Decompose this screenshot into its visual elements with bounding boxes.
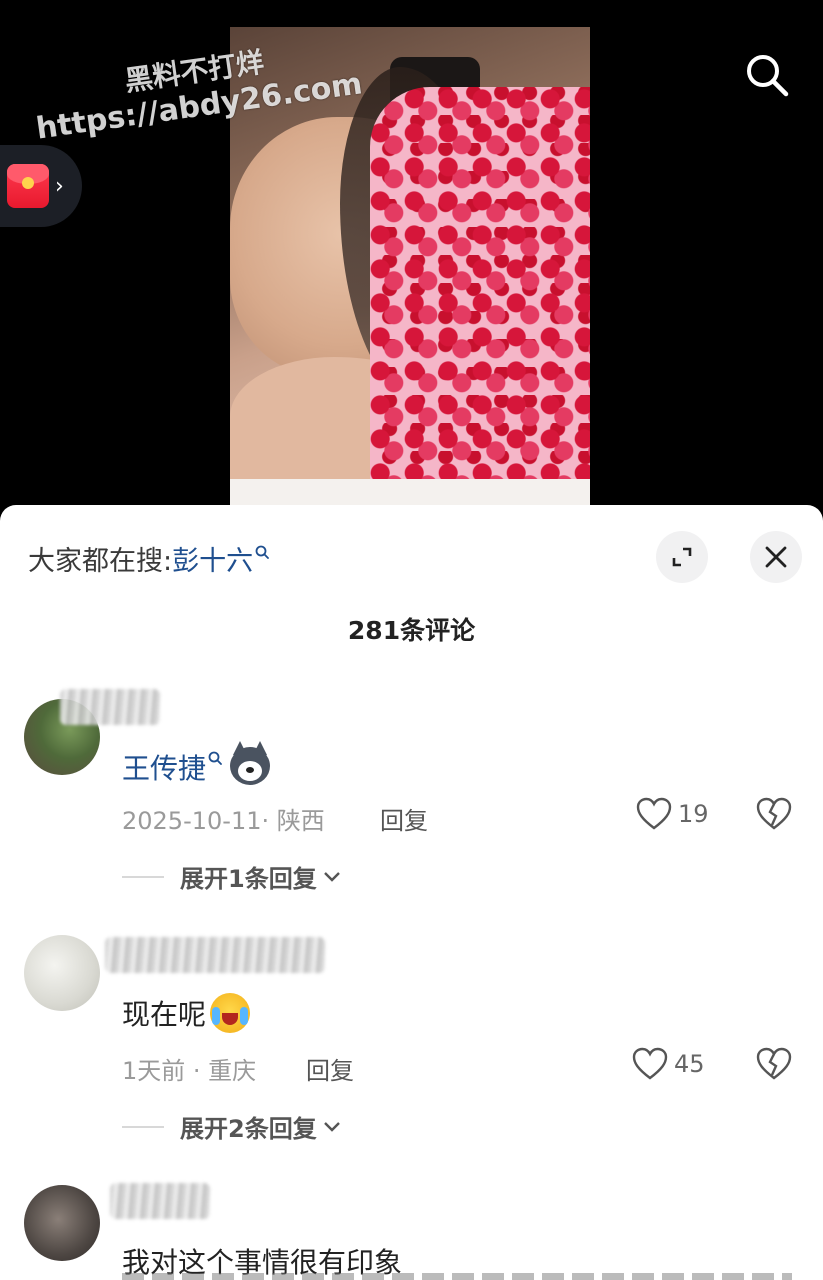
red-envelope-icon — [7, 164, 49, 208]
broken-heart-icon — [756, 1047, 792, 1080]
search-small-icon — [255, 545, 270, 559]
close-icon — [765, 546, 787, 568]
hot-search-bar[interactable]: 大家都在搜: 彭十六 — [28, 539, 270, 578]
heart-icon — [636, 797, 672, 830]
blurred-name — [105, 937, 325, 973]
comment-text: 现在呢 — [122, 998, 207, 1031]
comment-count-title: 281条评论 — [347, 616, 476, 645]
expand-replies-button[interactable]: 展开2条回复 — [122, 1109, 341, 1144]
comment-meta: 2025-10-11· 陕西 — [122, 807, 325, 835]
dislike-button[interactable] — [756, 1047, 792, 1085]
like-button[interactable]: 45 — [632, 1047, 705, 1081]
search-small-icon — [208, 751, 222, 765]
crying-laugh-emoji-icon — [210, 993, 251, 1033]
blurred-name — [60, 689, 160, 725]
reply-button[interactable]: 回复 — [380, 801, 428, 836]
husky-emoji-icon — [230, 741, 271, 785]
divider-line — [122, 875, 164, 878]
video-area[interactable]: 黑料不打烊 https://abdy26.com › — [0, 0, 823, 515]
reply-button[interactable]: 回复 — [306, 1051, 354, 1086]
comment-username[interactable]: 王传捷 — [122, 741, 271, 787]
expand-replies-label: 展开1条回复 — [180, 865, 317, 893]
fullscreen-button[interactable] — [656, 531, 708, 583]
heart-sticker-overlay — [370, 87, 590, 505]
comment-panel: 大家都在搜: 彭十六 281条评论 王传捷 2025-10-11· 陕西 回复 … — [0, 505, 823, 1280]
like-count: 19 — [678, 800, 709, 828]
like-button[interactable]: 19 — [636, 797, 709, 831]
comment-item: 我对这个事情很有印象 — [0, 1175, 823, 1280]
chevron-down-icon — [323, 1121, 340, 1132]
search-icon — [747, 55, 789, 97]
heart-icon — [632, 1047, 668, 1080]
comment-text-row: 现在呢 — [122, 993, 251, 1033]
next-line-partial — [122, 1273, 792, 1280]
comment-meta: 1天前 · 重庆 — [122, 1057, 257, 1085]
divider-line — [122, 1125, 164, 1128]
dislike-button[interactable] — [756, 797, 792, 835]
like-count: 45 — [674, 1050, 705, 1078]
avatar[interactable] — [24, 935, 100, 1011]
username-text: 王传捷 — [122, 752, 207, 785]
expand-icon — [672, 547, 692, 567]
red-envelope-button[interactable]: › — [0, 145, 82, 227]
comment-item: 王传捷 2025-10-11· 陕西 回复 19 展开1条回复 — [0, 685, 823, 895]
close-button[interactable] — [750, 531, 802, 583]
chevron-down-icon — [323, 871, 340, 882]
hot-search-prefix: 大家都在搜: — [28, 546, 173, 577]
broken-heart-icon — [756, 797, 792, 830]
avatar[interactable] — [24, 1185, 100, 1261]
video-bottom-strip — [230, 479, 590, 505]
expand-replies-button[interactable]: 展开1条回复 — [122, 859, 341, 894]
chevron-right-icon: › — [55, 173, 64, 199]
expand-replies-label: 展开2条回复 — [180, 1115, 317, 1143]
hot-search-term[interactable]: 彭十六 — [172, 539, 253, 578]
search-button[interactable] — [742, 50, 792, 100]
comment-item: 现在呢 1天前 · 重庆 回复 45 展开2条回复 — [0, 925, 823, 1145]
blurred-name — [110, 1183, 210, 1219]
